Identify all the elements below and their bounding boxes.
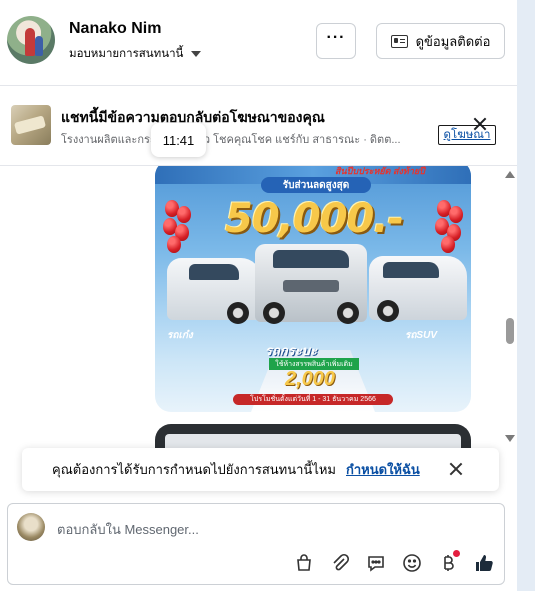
sedan-car-image <box>167 258 261 324</box>
assign-prompt: คุณต้องการได้รับการกำหนดไปยังการสนทนานี้… <box>22 448 499 491</box>
composer-toolbar <box>292 550 496 575</box>
thumbs-up-icon[interactable] <box>472 551 496 575</box>
pickup-car-image <box>255 244 367 324</box>
right-edge-strip <box>517 0 535 591</box>
ad-price: 2,000 <box>285 368 336 390</box>
close-icon[interactable] <box>473 117 487 131</box>
more-options-button[interactable]: ··· <box>316 23 356 59</box>
chat-bubble-icon[interactable] <box>364 551 388 575</box>
contact-card-icon <box>390 34 408 48</box>
paperclip-icon[interactable] <box>328 551 352 575</box>
sedan-label: รถเก๋ง <box>167 330 193 341</box>
promo-strip: โปรโมชั่นตั้งแต่วันที่ 1 - 31 ธันวาคม 25… <box>233 394 393 405</box>
more-icon: ··· <box>326 29 346 46</box>
ad-thumbnail[interactable] <box>11 105 51 145</box>
balloons-right-icon <box>433 200 467 260</box>
assign-dropdown-label: มอบหมายการสนทนานี้ <box>69 48 184 60</box>
message-thread[interactable]: สินปีบประหยัด ส่งท้ายปี รับส่วนลดสูงสุด … <box>0 166 517 503</box>
assign-to-me-link[interactable]: กำหนดให้ฉัน <box>346 459 420 480</box>
ad-reply-banner: แชทนี้มีข้อความตอบกลับต่อโฆษณาของคุณ โรง… <box>0 86 517 166</box>
ad-headline: 50,000.- <box>225 196 404 242</box>
emoji-icon[interactable] <box>400 551 424 575</box>
contact-avatar[interactable] <box>7 16 55 64</box>
page-avatar <box>17 513 45 541</box>
reply-input[interactable]: ตอบกลับใน Messenger... <box>57 519 199 540</box>
scrollbar-thumb[interactable] <box>506 318 514 344</box>
assign-prompt-text: คุณต้องการได้รับการกำหนดไปยังการสนทนานี้… <box>52 462 336 477</box>
reply-composer[interactable]: ตอบกลับใน Messenger... <box>7 503 505 585</box>
conversation-header: Nanako Nim มอบหมายการสนทนานี้ ··· ดูข้อม… <box>0 0 517 86</box>
balloons-left-icon <box>161 200 195 260</box>
baht-icon[interactable] <box>436 550 460 575</box>
scroll-up-arrow-icon[interactable] <box>505 171 515 178</box>
suv-car-image <box>369 256 467 322</box>
view-contact-button[interactable]: ดูข้อมูลติดต่อ <box>376 23 505 59</box>
view-ad-link[interactable]: ดูโฆษณา <box>438 125 496 145</box>
ad-subheading: รับส่วนลดสูงสุด <box>261 177 371 193</box>
bag-icon[interactable] <box>292 551 316 575</box>
chevron-down-icon <box>191 51 202 57</box>
ad-image-message[interactable]: สินปีบประหยัด ส่งท้ายปี รับส่วนลดสูงสุด … <box>155 166 471 412</box>
ad-banner-subtitle: โรงงานผลิตและกระ... ...ใช้แล้ว โชคคุณโชค… <box>61 134 401 146</box>
assign-dropdown[interactable]: มอบหมายการสนทนานี้ <box>69 45 202 63</box>
view-contact-label: ดูข้อมูลติดต่อ <box>415 33 491 49</box>
suv-label: รถSUV <box>405 330 437 341</box>
contact-name: Nanako Nim <box>69 20 162 37</box>
scroll-down-arrow-icon[interactable] <box>505 435 515 442</box>
timestamp-tooltip: 11:41 <box>151 123 206 157</box>
notification-dot <box>453 550 460 557</box>
close-icon[interactable] <box>450 463 462 475</box>
